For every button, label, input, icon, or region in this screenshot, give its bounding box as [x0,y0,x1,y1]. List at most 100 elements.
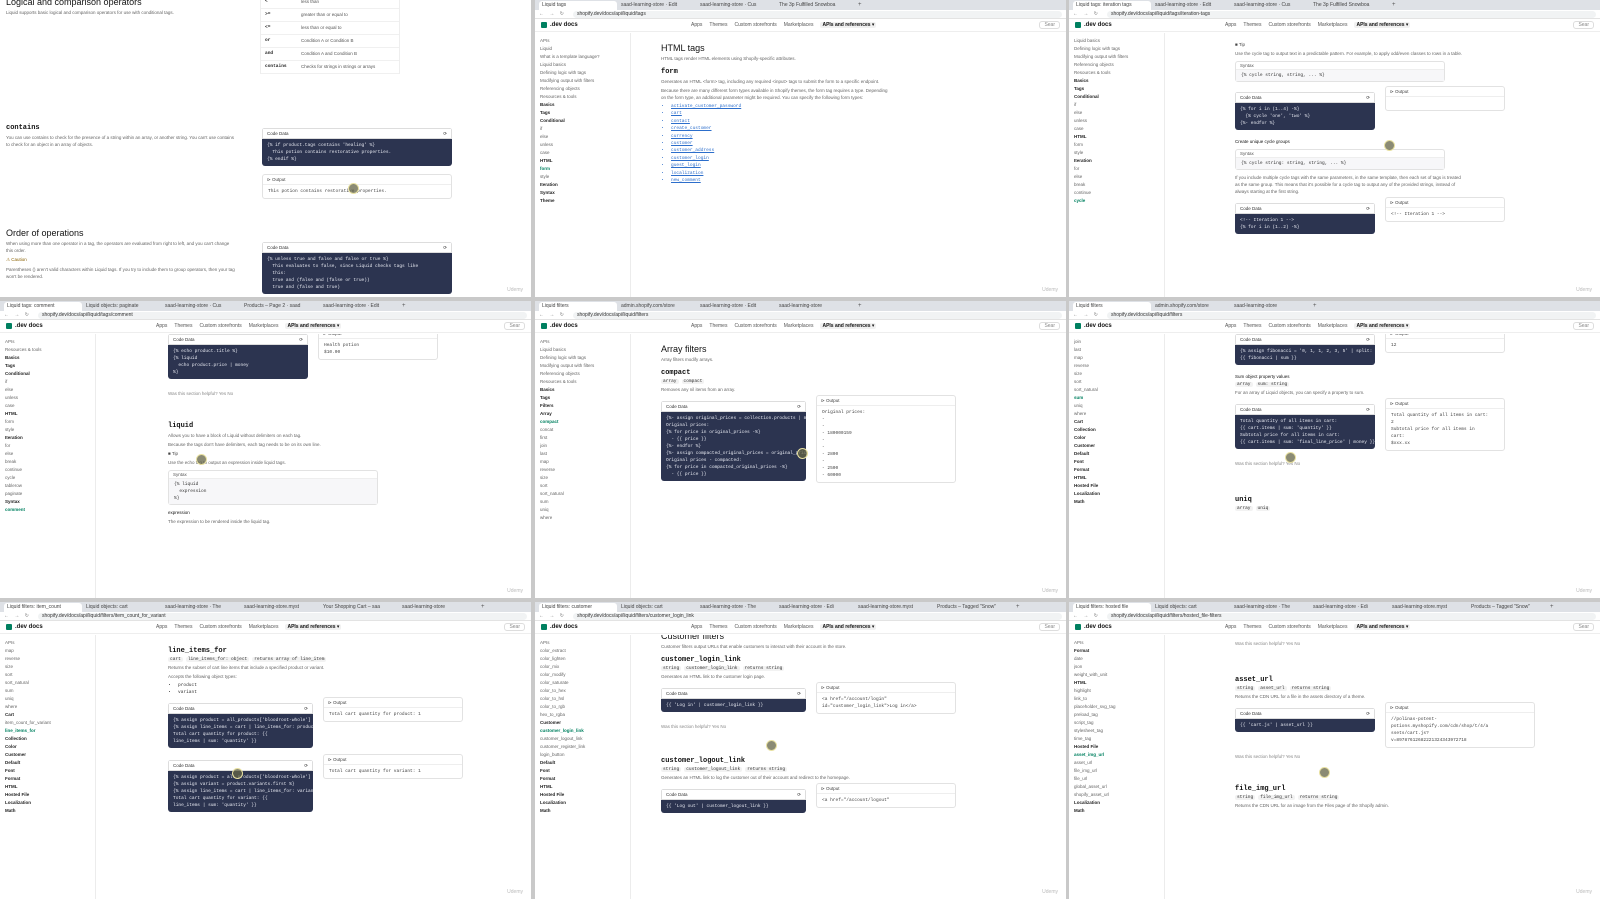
browser-tab[interactable]: admin.shopify.com/store [618,302,696,311]
browser-tab[interactable]: saad-learning-store · Edit [1152,1,1230,10]
sidebar-item[interactable]: stylesheet_tag [1074,727,1159,735]
sidebar-item[interactable]: Font [540,767,625,775]
nav-link[interactable]: Themes [174,323,192,329]
nav-link[interactable]: Themes [174,624,192,630]
sidebar-item[interactable]: where [540,514,625,522]
data-tab[interactable]: Data [1252,711,1262,716]
new-tab-button[interactable]: + [855,302,865,311]
browser-tab[interactable]: Liquid tags: comment [4,302,82,311]
url-field[interactable]: shopify.dev/docs/api/liquid/tags/iterati… [1107,10,1596,18]
sidebar-item[interactable]: preload_tag [1074,711,1159,719]
sidebar-item[interactable]: Iteration [5,434,90,442]
sidebar-item[interactable]: case [540,149,625,157]
code-tab[interactable]: Code [173,763,185,768]
copy-icon[interactable]: ⟳ [1366,94,1370,101]
sidebar-item[interactable]: Basics [5,354,90,362]
form-type-link[interactable]: customer [671,140,1036,147]
code-tab[interactable]: Code [267,245,279,250]
code-tab[interactable]: Code [1240,206,1252,211]
sidebar-item[interactable]: tablerow [5,482,90,490]
sidebar-item[interactable]: Default [1074,450,1159,458]
sidebar-item[interactable]: Referencing objects [540,370,625,378]
sidebar-item[interactable]: last [540,450,625,458]
browser-tab[interactable]: saad-learning-store · Edit [618,1,696,10]
code-tab[interactable]: Code [666,404,678,409]
search-input[interactable]: Sear [504,322,525,330]
copy-icon[interactable]: ⟳ [299,336,303,343]
sidebar-item[interactable]: global_asset_url [1074,783,1159,791]
sidebar-item[interactable]: where [1074,410,1159,418]
form-type-link[interactable]: localization [671,170,1036,177]
data-tab[interactable]: Data [185,337,195,342]
sidebar-item[interactable]: map [5,647,90,655]
nav-link[interactable]: Themes [1243,624,1261,630]
nav-link[interactable]: Custom storefronts [734,22,776,28]
sidebar-item[interactable]: cycle [5,474,90,482]
sidebar-item[interactable]: Array [540,410,625,418]
sidebar-item[interactable]: Tags [540,394,625,402]
sidebar-item[interactable]: highlight [1074,687,1159,695]
sidebar-item[interactable]: sum [1074,394,1159,402]
form-type-link[interactable]: customer_address [671,147,1036,154]
browser-tab[interactable]: saad-learning-store · The [1231,603,1309,612]
code-tab[interactable]: Code [267,131,279,136]
nav-link[interactable]: Apps [1225,323,1236,329]
sidebar-item[interactable]: join [540,442,625,450]
sidebar-item[interactable]: uniq [5,695,90,703]
nav-link-active[interactable]: APIs and references ▾ [820,323,877,329]
sidebar-item[interactable]: form [5,418,90,426]
nav-link[interactable]: Custom storefronts [734,624,776,630]
sidebar-item[interactable]: file_img_url [1074,767,1159,775]
browser-tab[interactable]: saad-learning-store.myst [855,603,933,612]
nav-link[interactable]: Custom storefronts [199,323,241,329]
new-tab-button[interactable]: + [478,603,488,612]
data-tab[interactable]: Data [185,763,195,768]
sidebar-item[interactable]: Resources & tools [540,378,625,386]
sidebar-item[interactable]: Hosted File [1074,743,1159,751]
sidebar-item[interactable]: color_modify [540,671,625,679]
sidebar-item[interactable]: HTML [1074,133,1159,141]
nav-buttons-icon[interactable]: ← → ↻ [539,11,573,17]
form-type-link[interactable]: customer_login [671,155,1036,162]
sidebar-item[interactable]: Liquid basics [540,61,625,69]
data-tab[interactable]: Data [279,131,289,136]
sidebar-item[interactable]: Cart [1074,418,1159,426]
sidebar-item[interactable]: sort [540,482,625,490]
sidebar-item[interactable]: uniq [540,506,625,514]
sidebar-item[interactable]: style [1074,149,1159,157]
data-tab[interactable]: Data [185,706,195,711]
site-logo[interactable]: .dev docs [1075,323,1225,329]
sidebar-item[interactable]: Localization [1074,490,1159,498]
form-type-link[interactable]: new_comment [671,177,1036,184]
nav-buttons-icon[interactable]: ← → ↻ [1073,613,1107,619]
sidebar-item[interactable]: Localization [5,799,90,807]
site-logo[interactable]: .dev docs [1075,22,1225,28]
url-field[interactable]: shopify.dev/docs/api/liquid/tags/comment [38,311,527,319]
sidebar-item[interactable]: unless [540,141,625,149]
sidebar-item[interactable]: json [1074,663,1159,671]
sidebar-item[interactable]: Localization [1074,799,1159,807]
sidebar-item[interactable]: sum [540,498,625,506]
sidebar-item[interactable]: Conditional [540,117,625,125]
code-tab[interactable]: Code [1240,95,1252,100]
feedback-no-button[interactable]: No [720,724,726,729]
copy-icon[interactable]: ⟳ [1366,336,1370,343]
sidebar-item[interactable]: script_tag [1074,719,1159,727]
sidebar-item[interactable]: customer_login_link [540,727,625,735]
sidebar-item[interactable]: Collection [5,735,90,743]
form-type-link[interactable]: cart [671,110,1036,117]
form-type-link[interactable]: contact [671,118,1036,125]
sidebar-item[interactable]: What is a template language? [540,53,625,61]
nav-link[interactable]: Apps [156,323,167,329]
sidebar-item[interactable]: color_lighten [540,655,625,663]
sidebar-item[interactable]: Modifying output with filters [540,362,625,370]
sidebar-item[interactable]: HTML [5,410,90,418]
new-tab-button[interactable]: + [1547,603,1557,612]
nav-link-active[interactable]: APIs and references ▾ [1354,323,1411,329]
code-tab[interactable]: Code [173,706,185,711]
sidebar-item[interactable]: Syntax [540,189,625,197]
sidebar-item[interactable]: APIs [540,338,625,346]
sidebar-item[interactable]: HTML [1074,679,1159,687]
sidebar-item[interactable]: customer_logout_link [540,735,625,743]
nav-link[interactable]: Themes [709,323,727,329]
